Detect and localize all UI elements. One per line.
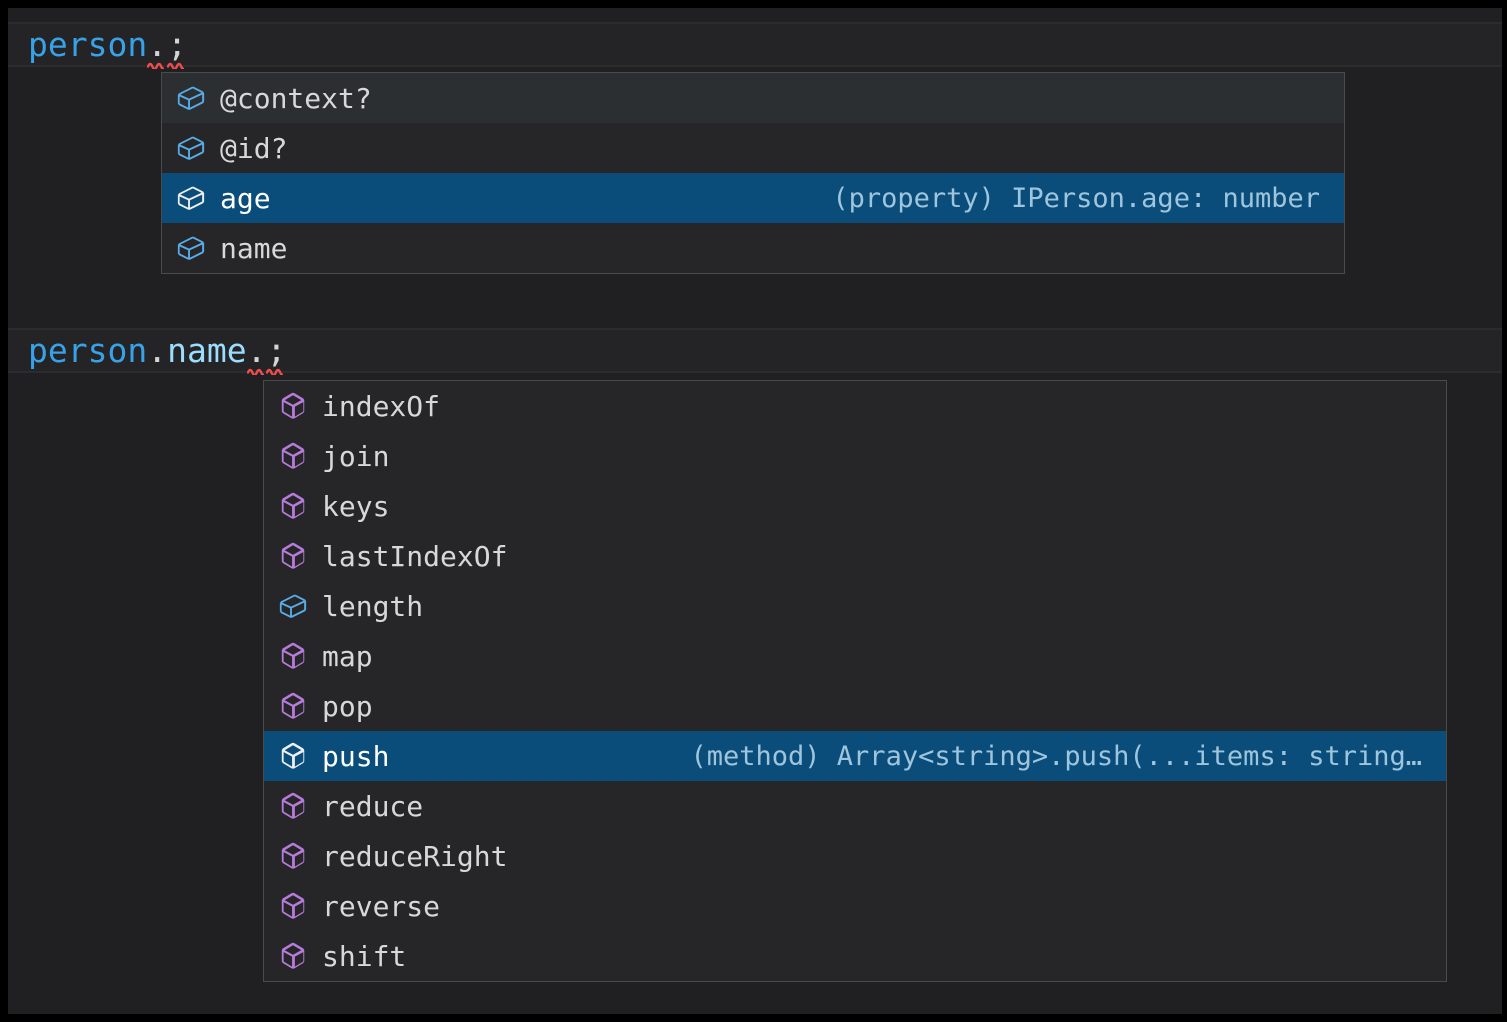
symbol-method-icon — [278, 541, 308, 571]
suggestion-item[interactable]: keys — [264, 481, 1446, 531]
symbol-field-icon — [176, 233, 206, 263]
symbol-method-icon — [278, 641, 308, 671]
suggestion-label: indexOf — [322, 390, 440, 423]
suggest-widget: @context? @id? age (property) IPerson.age: … — [161, 72, 1345, 274]
suggestion-label: reverse — [322, 890, 440, 923]
suggestion-item[interactable]: pop — [264, 681, 1446, 731]
suggestion-item[interactable]: @context? — [162, 73, 1344, 123]
suggestion-item[interactable]: shift — [264, 931, 1446, 981]
symbol-field-icon — [176, 183, 206, 213]
suggestion-detail: (property) IPerson.age: number — [802, 183, 1320, 214]
suggestion-item[interactable]: reduceRight — [264, 831, 1446, 881]
suggestion-item[interactable]: @id? — [162, 123, 1344, 173]
window-frame: person.; @context? @id? age (property) IPer… — [0, 0, 1507, 1022]
suggestion-item[interactable]: join — [264, 431, 1446, 481]
symbol-method-icon — [278, 941, 308, 971]
code-token: ; — [266, 328, 286, 373]
symbol-field-icon — [176, 83, 206, 113]
suggestion-item[interactable]: reverse — [264, 881, 1446, 931]
suggestion-label: reduceRight — [322, 840, 507, 873]
code-editor[interactable]: person.; @context? @id? age (property) IPer… — [8, 8, 1502, 1014]
suggest-widget: indexOf join keys lastIndexOf length map pop pu… — [263, 380, 1447, 982]
symbol-method-icon — [278, 891, 308, 921]
suggestion-item[interactable]: reduce — [264, 781, 1446, 831]
symbol-field-icon — [278, 591, 308, 621]
code-token: person — [28, 328, 147, 373]
suggestion-detail: (method) Array<string>.push(...items: st… — [661, 741, 1423, 772]
suggestion-label: lastIndexOf — [322, 540, 507, 573]
suggestion-label: shift — [322, 940, 406, 973]
suggestion-item[interactable]: length — [264, 581, 1446, 631]
code-token: ; — [167, 22, 187, 67]
suggestion-item[interactable]: push (method) Array<string>.push(...items… — [264, 731, 1446, 781]
symbol-method-icon — [278, 791, 308, 821]
code-token: . — [147, 22, 167, 67]
suggestion-item[interactable]: indexOf — [264, 381, 1446, 431]
code-token: . — [247, 328, 267, 373]
suggestion-label: name — [220, 232, 287, 265]
code-line[interactable]: person.; — [8, 22, 1502, 67]
symbol-method-icon — [278, 841, 308, 871]
suggestion-label: age — [220, 182, 271, 215]
suggestion-item[interactable]: map — [264, 631, 1446, 681]
suggestion-label: pop — [322, 690, 373, 723]
suggestion-label: join — [322, 440, 389, 473]
symbol-method-icon — [278, 691, 308, 721]
symbol-method-icon — [278, 391, 308, 421]
suggestion-label: reduce — [322, 790, 423, 823]
suggestion-item[interactable]: lastIndexOf — [264, 531, 1446, 581]
suggestion-label: @context? — [220, 82, 372, 115]
symbol-method-icon — [278, 441, 308, 471]
suggestion-label: length — [322, 590, 423, 623]
code-token: person — [28, 22, 147, 67]
suggestion-label: push — [322, 740, 389, 773]
code-token: name — [167, 328, 246, 373]
suggestion-label: keys — [322, 490, 389, 523]
suggestion-item[interactable]: age (property) IPerson.age: number — [162, 173, 1344, 223]
suggestion-label: map — [322, 640, 373, 673]
symbol-method-icon — [278, 741, 308, 771]
symbol-method-icon — [278, 491, 308, 521]
suggestion-label: @id? — [220, 132, 287, 165]
suggestion-item[interactable]: name — [162, 223, 1344, 273]
code-token: . — [147, 328, 167, 373]
symbol-field-icon — [176, 133, 206, 163]
code-line[interactable]: person.name.; — [8, 328, 1502, 373]
